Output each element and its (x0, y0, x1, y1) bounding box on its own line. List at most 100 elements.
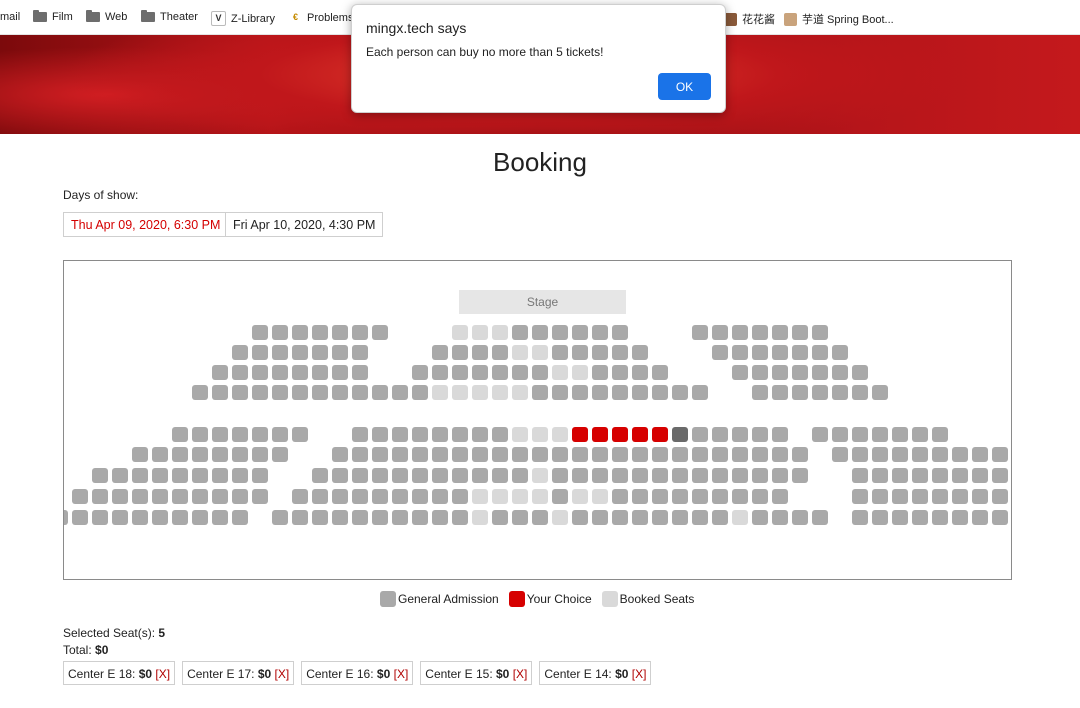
seat[interactable] (472, 345, 488, 360)
seat[interactable] (712, 468, 728, 483)
seat[interactable] (852, 365, 868, 380)
seat[interactable] (652, 385, 668, 400)
seat[interactable] (352, 345, 368, 360)
seat[interactable] (272, 447, 288, 462)
seat[interactable] (852, 468, 868, 483)
seat[interactable] (212, 468, 228, 483)
bookmark-web[interactable]: Web (86, 10, 127, 23)
seat[interactable] (192, 489, 208, 504)
seat[interactable] (212, 427, 228, 442)
seat[interactable] (372, 510, 388, 525)
seat[interactable] (472, 365, 488, 380)
bookmark-problems[interactable]: € Problems (289, 11, 353, 24)
seat[interactable] (332, 385, 348, 400)
seat[interactable] (292, 385, 308, 400)
seat[interactable] (272, 427, 288, 442)
seat[interactable] (912, 447, 928, 462)
seat[interactable] (672, 489, 688, 504)
seat[interactable] (332, 468, 348, 483)
seat[interactable] (212, 510, 228, 525)
seat[interactable] (612, 345, 628, 360)
seat[interactable] (232, 468, 248, 483)
seat[interactable] (152, 489, 168, 504)
seat[interactable] (232, 385, 248, 400)
seat[interactable] (292, 345, 308, 360)
seat[interactable] (772, 447, 788, 462)
seat[interactable] (232, 427, 248, 442)
seat[interactable] (752, 447, 768, 462)
bookmark-huahuajiang[interactable]: 花花酱 (724, 11, 775, 27)
seat[interactable] (392, 427, 408, 442)
seat[interactable] (672, 427, 688, 442)
seat[interactable] (972, 489, 988, 504)
seat[interactable] (372, 427, 388, 442)
seat[interactable] (112, 468, 128, 483)
seat[interactable] (272, 325, 288, 340)
seat[interactable] (572, 345, 588, 360)
seat[interactable] (212, 447, 228, 462)
seat[interactable] (312, 489, 328, 504)
seat[interactable] (432, 468, 448, 483)
seat[interactable] (332, 447, 348, 462)
seat[interactable] (272, 345, 288, 360)
seat[interactable] (332, 365, 348, 380)
seat[interactable] (792, 325, 808, 340)
seat[interactable] (772, 468, 788, 483)
seat[interactable] (232, 489, 248, 504)
seat[interactable] (212, 365, 228, 380)
seat[interactable] (692, 489, 708, 504)
seat[interactable] (932, 510, 948, 525)
seat[interactable] (512, 365, 528, 380)
seat[interactable] (392, 385, 408, 400)
seat[interactable] (352, 510, 368, 525)
seat[interactable] (712, 427, 728, 442)
seat[interactable] (72, 510, 88, 525)
seat[interactable] (432, 365, 448, 380)
seat[interactable] (812, 345, 828, 360)
seat[interactable] (352, 447, 368, 462)
seat[interactable] (472, 447, 488, 462)
seat[interactable] (732, 345, 748, 360)
seat[interactable] (712, 447, 728, 462)
seat[interactable] (452, 427, 468, 442)
seat[interactable] (232, 447, 248, 462)
seat[interactable] (712, 325, 728, 340)
seat[interactable] (892, 427, 908, 442)
seat[interactable] (672, 468, 688, 483)
seat[interactable] (532, 510, 548, 525)
seat[interactable] (892, 510, 908, 525)
seat[interactable] (652, 468, 668, 483)
seat[interactable] (272, 365, 288, 380)
seat[interactable] (872, 447, 888, 462)
seat[interactable] (792, 468, 808, 483)
seat[interactable] (812, 510, 828, 525)
seat[interactable] (932, 489, 948, 504)
seat[interactable] (872, 510, 888, 525)
seat[interactable] (252, 325, 268, 340)
seat[interactable] (132, 447, 148, 462)
bookmark-theater[interactable]: Theater (141, 10, 198, 23)
seat[interactable] (652, 510, 668, 525)
seat[interactable] (412, 510, 428, 525)
seat[interactable] (772, 427, 788, 442)
seat[interactable] (312, 468, 328, 483)
seat[interactable] (732, 365, 748, 380)
seat[interactable] (92, 468, 108, 483)
seat[interactable] (192, 468, 208, 483)
seat[interactable] (812, 427, 828, 442)
seat[interactable] (732, 468, 748, 483)
seat[interactable] (672, 510, 688, 525)
seat[interactable] (812, 325, 828, 340)
seat[interactable] (732, 489, 748, 504)
seat[interactable] (512, 468, 528, 483)
seat[interactable] (192, 385, 208, 400)
seat[interactable] (792, 385, 808, 400)
seat[interactable] (592, 468, 608, 483)
seat[interactable] (152, 447, 168, 462)
seat[interactable] (772, 325, 788, 340)
seat[interactable] (752, 489, 768, 504)
seat[interactable] (252, 447, 268, 462)
seat[interactable] (292, 427, 308, 442)
seat[interactable] (152, 468, 168, 483)
seat[interactable] (772, 345, 788, 360)
